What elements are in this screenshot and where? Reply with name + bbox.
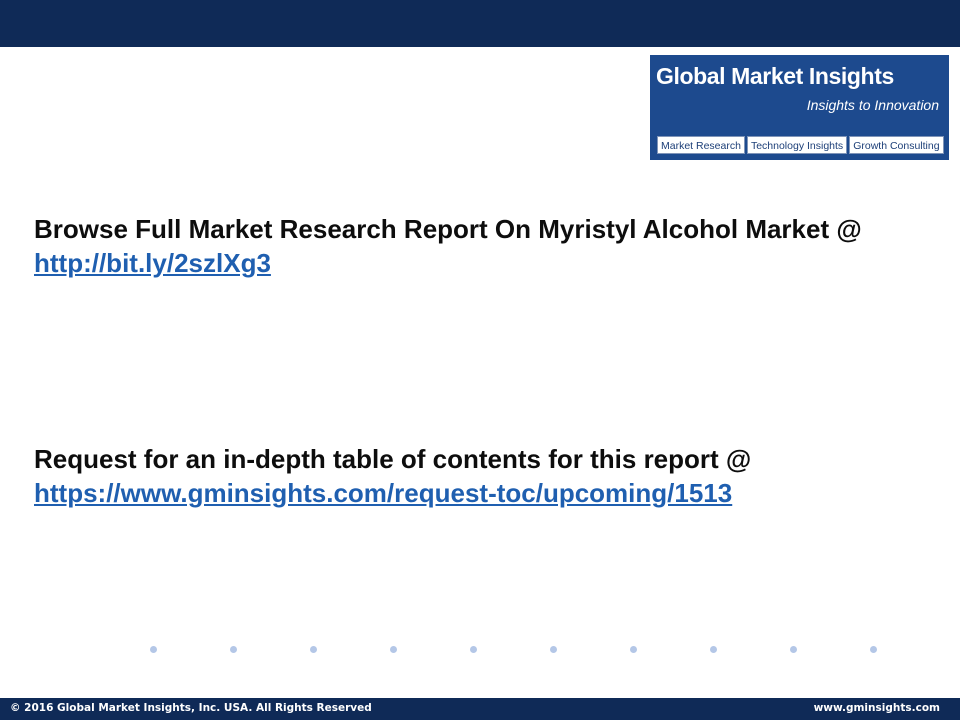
logo-title: Global Market Insights bbox=[656, 63, 894, 89]
decorative-dot bbox=[230, 646, 237, 653]
decorative-dot bbox=[790, 646, 797, 653]
footer-website: www.gminsights.com bbox=[813, 702, 940, 714]
footer-copyright: © 2016 Global Market Insights, Inc. USA.… bbox=[10, 702, 372, 714]
logo-tab-market-research: Market Research bbox=[657, 136, 745, 154]
decorative-dot bbox=[710, 646, 717, 653]
logo-tagline: Insights to Innovation bbox=[806, 97, 939, 113]
logo-tab-growth-consulting: Growth Consulting bbox=[849, 136, 944, 154]
request-toc-label: Request for an in-depth table of content… bbox=[34, 444, 752, 474]
decorative-dot bbox=[150, 646, 157, 653]
decorative-dot bbox=[470, 646, 477, 653]
decorative-dot bbox=[310, 646, 317, 653]
decorative-dot bbox=[550, 646, 557, 653]
header-bar bbox=[0, 0, 960, 47]
footer-bar: © 2016 Global Market Insights, Inc. USA.… bbox=[0, 698, 960, 720]
decorative-dot bbox=[630, 646, 637, 653]
request-toc-link[interactable]: https://www.gminsights.com/request-toc/u… bbox=[34, 478, 732, 508]
logo-tab-technology-insights: Technology Insights bbox=[746, 136, 848, 154]
logo-tabs: Market Research Technology Insights Grow… bbox=[657, 136, 944, 154]
browse-report-text: Browse Full Market Research Report On My… bbox=[34, 212, 934, 280]
decorative-dots bbox=[150, 646, 880, 656]
request-toc-text: Request for an in-depth table of content… bbox=[34, 442, 934, 510]
browse-report-label: Browse Full Market Research Report On My… bbox=[34, 214, 862, 244]
decorative-dot bbox=[390, 646, 397, 653]
decorative-dot bbox=[870, 646, 877, 653]
report-link[interactable]: http://bit.ly/2szlXg3 bbox=[34, 248, 271, 278]
company-logo: Global Market Insights Insights to Innov… bbox=[650, 55, 949, 160]
